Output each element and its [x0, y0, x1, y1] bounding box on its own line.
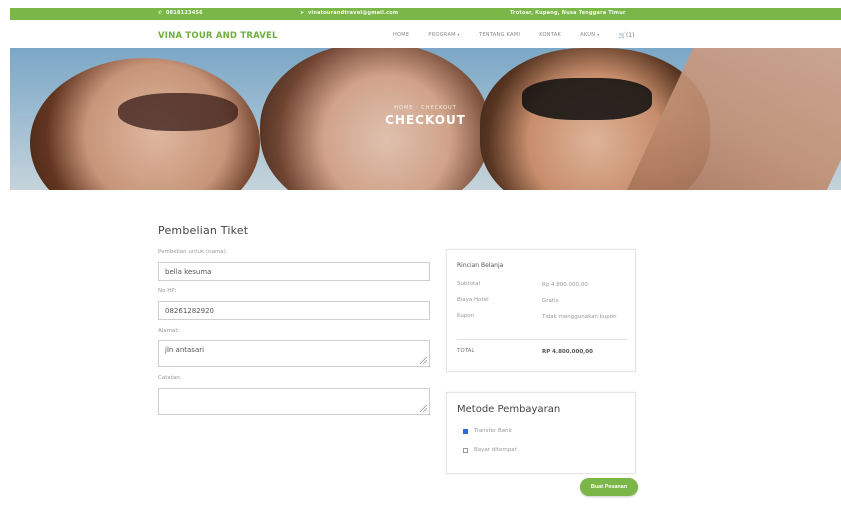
subtotal-value: Rp 4.800.000,00 — [542, 282, 588, 288]
email-text: vinatourandtravel@gmail.com — [307, 10, 399, 16]
phone-label: No HP: — [158, 288, 177, 294]
cart-icon: 🛒 — [618, 32, 626, 39]
cart-count: (1) — [625, 32, 635, 39]
place-order-button[interactable]: Buat Pesanan — [580, 478, 638, 496]
nav-item-program[interactable]: PROGRAM ▾ — [428, 32, 460, 39]
form-title: Pembelian Tiket — [158, 224, 249, 237]
notes-label: Catatan: — [158, 375, 182, 381]
radio-unchecked-icon[interactable] — [463, 447, 468, 453]
breadcrumb: HOME · CHECKOUT — [394, 105, 457, 111]
navbar: VINA TOUR AND TRAVEL HOME PROGRAM ▾ TENT… — [10, 20, 841, 48]
payment-option-transfer[interactable]: Transfer Bank — [463, 428, 512, 434]
cart-link[interactable]: 🛒(1) — [618, 32, 634, 39]
brand-logo[interactable]: VINA TOUR AND TRAVEL — [158, 31, 278, 41]
total-row: TOTAL RP 4.800.000,00 — [457, 348, 632, 355]
coupon-value: Tidak menggunakan kupon — [542, 314, 617, 320]
payment-option-label: Transfer Bank — [474, 428, 512, 434]
page-title: CHECKOUT — [385, 113, 466, 127]
payment-method-card: Metode Pembayaran Transfer Bank Bayar di… — [446, 392, 636, 474]
payment-option-label: Bayar ditempat — [474, 447, 517, 453]
paper-plane-icon: ➤ — [300, 10, 305, 16]
resize-handle-icon[interactable] — [420, 357, 427, 364]
nav-item-home[interactable]: HOME — [393, 32, 409, 39]
hotel-row: Biaya Hotel Gratis — [457, 297, 632, 304]
hotel-label: Biaya Hotel — [457, 297, 489, 303]
address-text: Trotoar, Kupang, Nusa Tenggara Timur — [510, 10, 626, 16]
total-label: TOTAL — [457, 348, 475, 354]
notes-textarea[interactable] — [158, 388, 430, 415]
email-info: ➤ vinatourandtravel@gmail.com — [300, 10, 398, 16]
nav-item-akun[interactable]: AKUN ▾ — [580, 32, 599, 39]
address-label: Alamat: — [158, 328, 180, 334]
order-summary-card: Rincian Belanja Subtotal Rp 4.800.000,00… — [446, 249, 636, 372]
subtotal-label: Subtotal — [457, 281, 481, 287]
name-label: Pembelian untuk (nama): — [158, 249, 228, 255]
address-textarea[interactable]: jln antasari — [158, 340, 430, 367]
summary-title: Rincian Belanja — [457, 262, 504, 269]
phone-text: 0818123456 — [165, 10, 203, 16]
chevron-down-icon: ▾ — [457, 32, 460, 37]
hero-banner: HOME · CHECKOUT CHECKOUT — [10, 48, 841, 190]
radio-checked-icon[interactable] — [463, 428, 468, 434]
phone-icon: ✆ — [158, 10, 163, 16]
name-input[interactable]: bella kesuma — [158, 262, 430, 281]
phone-input[interactable]: 08261282920 — [158, 301, 430, 320]
coupon-row: Kupon Tidak menggunakan kupon — [457, 313, 632, 320]
address-text: jln antasari — [165, 346, 205, 354]
main-menu: HOME PROGRAM ▾ TENTANG KAMI KONTAK AKUN … — [393, 32, 634, 39]
subtotal-row: Subtotal Rp 4.800.000,00 — [457, 281, 632, 288]
nav-item-tentang-kami[interactable]: TENTANG KAMI — [479, 32, 520, 39]
total-value: RP 4.800.000,00 — [542, 349, 593, 355]
nav-item-kontak[interactable]: KONTAK — [539, 32, 561, 39]
chevron-down-icon: ▾ — [597, 32, 600, 37]
top-info-bar: ✆ 0818123456 ➤ vinatourandtravel@gmail.c… — [10, 8, 841, 20]
hotel-value: Gratis — [542, 298, 559, 304]
payment-option-cod[interactable]: Bayar ditempat — [463, 447, 517, 453]
summary-divider — [457, 339, 627, 340]
coupon-label: Kupon — [457, 313, 475, 319]
payment-title: Metode Pembayaran — [457, 404, 561, 415]
phone-info: ✆ 0818123456 — [158, 10, 203, 16]
resize-handle-icon[interactable] — [420, 405, 427, 412]
